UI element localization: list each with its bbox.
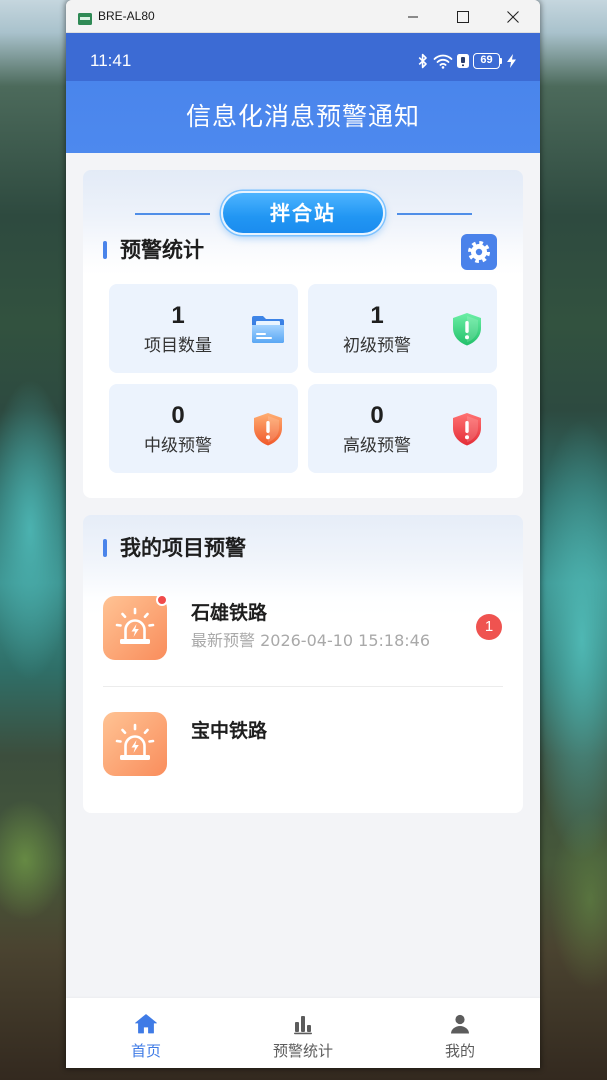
close-icon (507, 10, 519, 23)
nav-label: 首页 (130, 1042, 161, 1060)
nav-label: 我的 (444, 1042, 475, 1060)
folder-icon (252, 316, 284, 343)
project-list-item[interactable]: 石雄铁路 最新预警 2026-04-10 15:18:46 1 (83, 585, 523, 686)
stat-label: 中级预警 (144, 436, 212, 456)
phone-screen: 11:41 69 信息化消息预警通知 拌合站 预警统计 1 项目数量 1 初级预… (66, 33, 540, 1068)
projects-section-title: 我的项目预警 (120, 536, 246, 560)
stat-value: 0 (370, 402, 384, 429)
page-title: 信息化消息预警通知 (185, 102, 420, 131)
battery-level: 69 (480, 54, 493, 66)
project-name: 石雄铁路 (191, 602, 268, 624)
section-accent-bar (103, 539, 107, 557)
stat-value: 1 (370, 302, 384, 329)
status-indicator-icon (457, 54, 469, 68)
stat-tile-primary-alert[interactable]: 1 初级预警 (308, 284, 497, 373)
decor-line-right (397, 213, 472, 215)
shield-red-icon (453, 413, 481, 446)
shield-green-icon (453, 313, 481, 346)
maximize-icon (457, 10, 469, 23)
settings-button[interactable] (461, 234, 497, 270)
stat-label: 高级预警 (343, 436, 411, 456)
app-header: 信息化消息预警通知 (66, 81, 540, 153)
close-button[interactable] (495, 0, 531, 33)
shield-orange-icon (254, 413, 282, 446)
stat-value: 1 (171, 302, 185, 329)
alarm-light-icon (103, 594, 168, 660)
alarm-light-icon (103, 712, 167, 776)
stat-label: 项目数量 (144, 336, 212, 356)
battery-tip (500, 58, 502, 64)
window-title: BRE-AL80 (98, 9, 155, 23)
nav-item-alert-stats[interactable]: 预警统计 (248, 998, 358, 1068)
stat-label: 初级预警 (343, 336, 411, 356)
wifi-icon (433, 54, 453, 69)
charging-icon (507, 54, 516, 68)
nav-label: 预警统计 (272, 1042, 333, 1060)
project-latest-alert: 最新预警 2026-04-10 15:18:46 (191, 631, 431, 650)
main-content: 拌合站 预警统计 1 项目数量 1 初级预警 0 中级预警 0 高级预警 我的项… (66, 153, 540, 998)
bar-chart-icon (294, 1016, 312, 1035)
gear-icon (468, 241, 490, 263)
stat-value: 0 (171, 402, 185, 429)
stat-tile-projects[interactable]: 1 项目数量 (109, 284, 298, 373)
project-list-item[interactable]: 宝中铁路 (83, 687, 523, 797)
unread-dot (156, 594, 168, 606)
home-icon (135, 1014, 157, 1034)
stat-tile-intermediate-alert[interactable]: 0 中级预警 (109, 384, 298, 473)
battery-icon: 69 (473, 53, 500, 69)
stats-card: 拌合站 预警统计 1 项目数量 1 初级预警 0 中级预警 0 高级预警 (83, 170, 523, 498)
stat-tile-high-alert[interactable]: 0 高级预警 (308, 384, 497, 473)
nav-item-mine[interactable]: 我的 (405, 998, 515, 1068)
project-name: 宝中铁路 (191, 720, 268, 742)
station-type-label: 拌合站 (270, 201, 336, 225)
minimize-icon (408, 16, 418, 17)
window-titlebar[interactable]: BRE-AL80 (66, 0, 540, 33)
minimize-button[interactable] (395, 0, 431, 33)
maximize-button[interactable] (445, 0, 481, 33)
emulator-window: BRE-AL80 11:41 69 信息化消息预警通知 拌合站 预警统计 1 项… (66, 0, 540, 1068)
projects-card: 我的项目预警 石雄铁路 最新预警 2026-04-10 15:18:46 1 宝… (83, 515, 523, 813)
section-accent-bar (103, 241, 107, 259)
nav-item-home[interactable]: 首页 (91, 998, 201, 1068)
bluetooth-icon (418, 53, 427, 69)
station-type-button[interactable]: 拌合站 (221, 191, 385, 235)
app-icon (78, 10, 92, 25)
status-bar: 11:41 69 (66, 33, 540, 81)
status-time: 11:41 (90, 51, 132, 70)
user-icon (451, 1014, 469, 1034)
stats-section-title: 预警统计 (120, 238, 204, 262)
unread-count-badge: 1 (476, 614, 502, 640)
decor-line-left (135, 213, 210, 215)
bottom-nav: 首页 预警统计 我的 (66, 998, 540, 1068)
